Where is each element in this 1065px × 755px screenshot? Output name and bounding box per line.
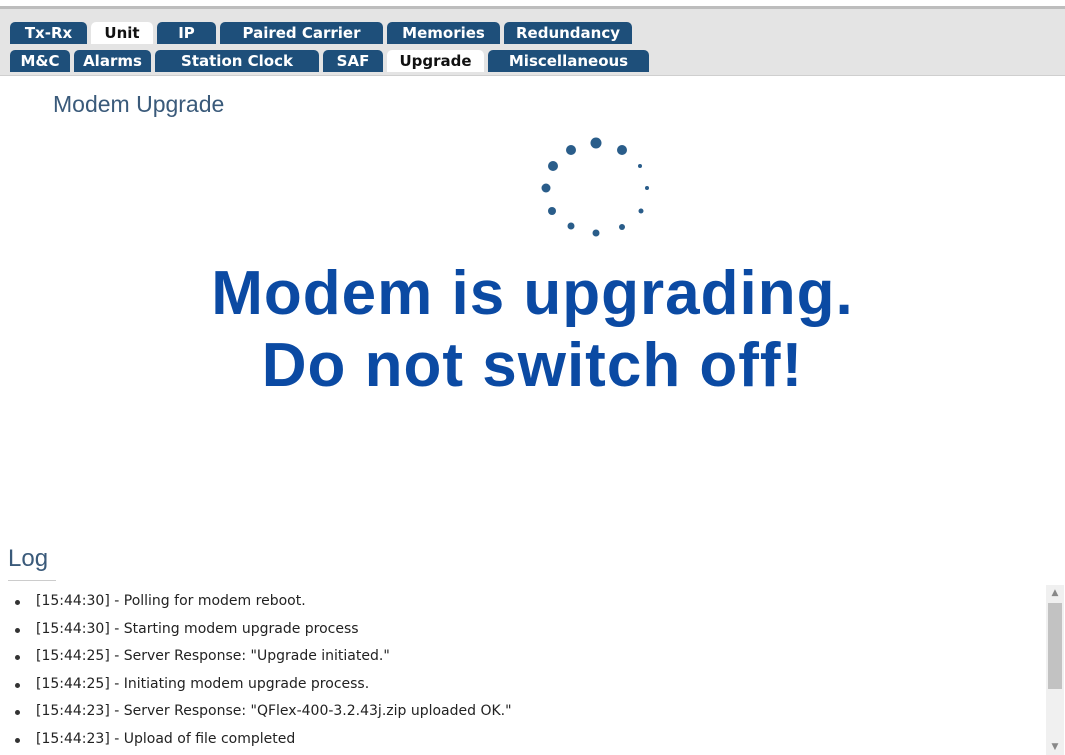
bullet-icon bbox=[15, 682, 20, 688]
tab-saf[interactable]: SAF bbox=[323, 50, 383, 72]
log-entry: [15:44:25] - Initiating modem upgrade pr… bbox=[0, 671, 512, 699]
bullet-icon bbox=[15, 655, 20, 660]
tab-memories[interactable]: Memories bbox=[387, 22, 500, 44]
tab-unit[interactable]: Unit bbox=[91, 22, 153, 44]
scrollbar-thumb[interactable] bbox=[1048, 603, 1062, 689]
tab-ip[interactable]: IP bbox=[157, 22, 216, 44]
bullet-icon bbox=[15, 627, 20, 633]
log-entry-text: [15:44:30] - Starting modem upgrade proc… bbox=[36, 620, 359, 637]
tab-mc[interactable]: M&C bbox=[10, 50, 70, 72]
tab-tx-rx[interactable]: Tx-Rx bbox=[10, 22, 87, 44]
upgrade-message-line1: Modem is upgrading. bbox=[211, 259, 854, 328]
bullet-icon bbox=[15, 600, 20, 605]
log-entry: [15:44:23] - Upload of file completed bbox=[0, 726, 512, 754]
log-entry-text: [15:44:23] - Server Response: "QFlex-400… bbox=[36, 703, 512, 719]
bullet-icon bbox=[15, 737, 20, 743]
tab-upgrade[interactable]: Upgrade bbox=[387, 50, 484, 72]
log-entry-text: [15:44:23] - Upload of file completed bbox=[36, 730, 296, 747]
log-entry: [15:44:25] - Server Response: "Upgrade i… bbox=[0, 643, 512, 671]
tab-station-clock[interactable]: Station Clock bbox=[155, 50, 319, 72]
log-entry: [15:44:30] - Starting modem upgrade proc… bbox=[0, 616, 512, 644]
upgrade-message-line2: Do not switch off! bbox=[261, 331, 804, 400]
scroll-up-arrow-icon[interactable]: ▲ bbox=[1046, 585, 1064, 601]
log-list: [15:44:30] - Polling for modem reboot. [… bbox=[0, 588, 512, 753]
log-entry-text: [15:44:25] - Server Response: "Upgrade i… bbox=[36, 648, 390, 664]
log-entry: [15:44:23] - Server Response: "QFlex-400… bbox=[0, 698, 512, 726]
tab-bar: Tx-Rx Unit IP Paired Carrier Memories Re… bbox=[0, 9, 1065, 76]
scroll-down-arrow-icon[interactable]: ▼ bbox=[1046, 739, 1064, 755]
page-title: Modem Upgrade bbox=[53, 91, 225, 117]
log-scrollbar[interactable]: ▲ ▼ bbox=[1046, 585, 1064, 755]
tab-redundancy[interactable]: Redundancy bbox=[504, 22, 632, 44]
log-entry-text: [15:44:30] - Polling for modem reboot. bbox=[36, 593, 306, 609]
log-divider bbox=[8, 580, 56, 581]
log-entry-text: [15:44:25] - Initiating modem upgrade pr… bbox=[36, 675, 370, 692]
log-entry: [15:44:30] - Polling for modem reboot. bbox=[0, 588, 512, 616]
tab-miscellaneous[interactable]: Miscellaneous bbox=[488, 50, 649, 72]
tab-alarms[interactable]: Alarms bbox=[74, 50, 151, 72]
tab-paired-carrier[interactable]: Paired Carrier bbox=[220, 22, 383, 44]
log-panel: [15:44:30] - Polling for modem reboot. [… bbox=[0, 588, 1065, 755]
bullet-icon bbox=[15, 710, 20, 715]
log-title: Log bbox=[8, 545, 49, 572]
